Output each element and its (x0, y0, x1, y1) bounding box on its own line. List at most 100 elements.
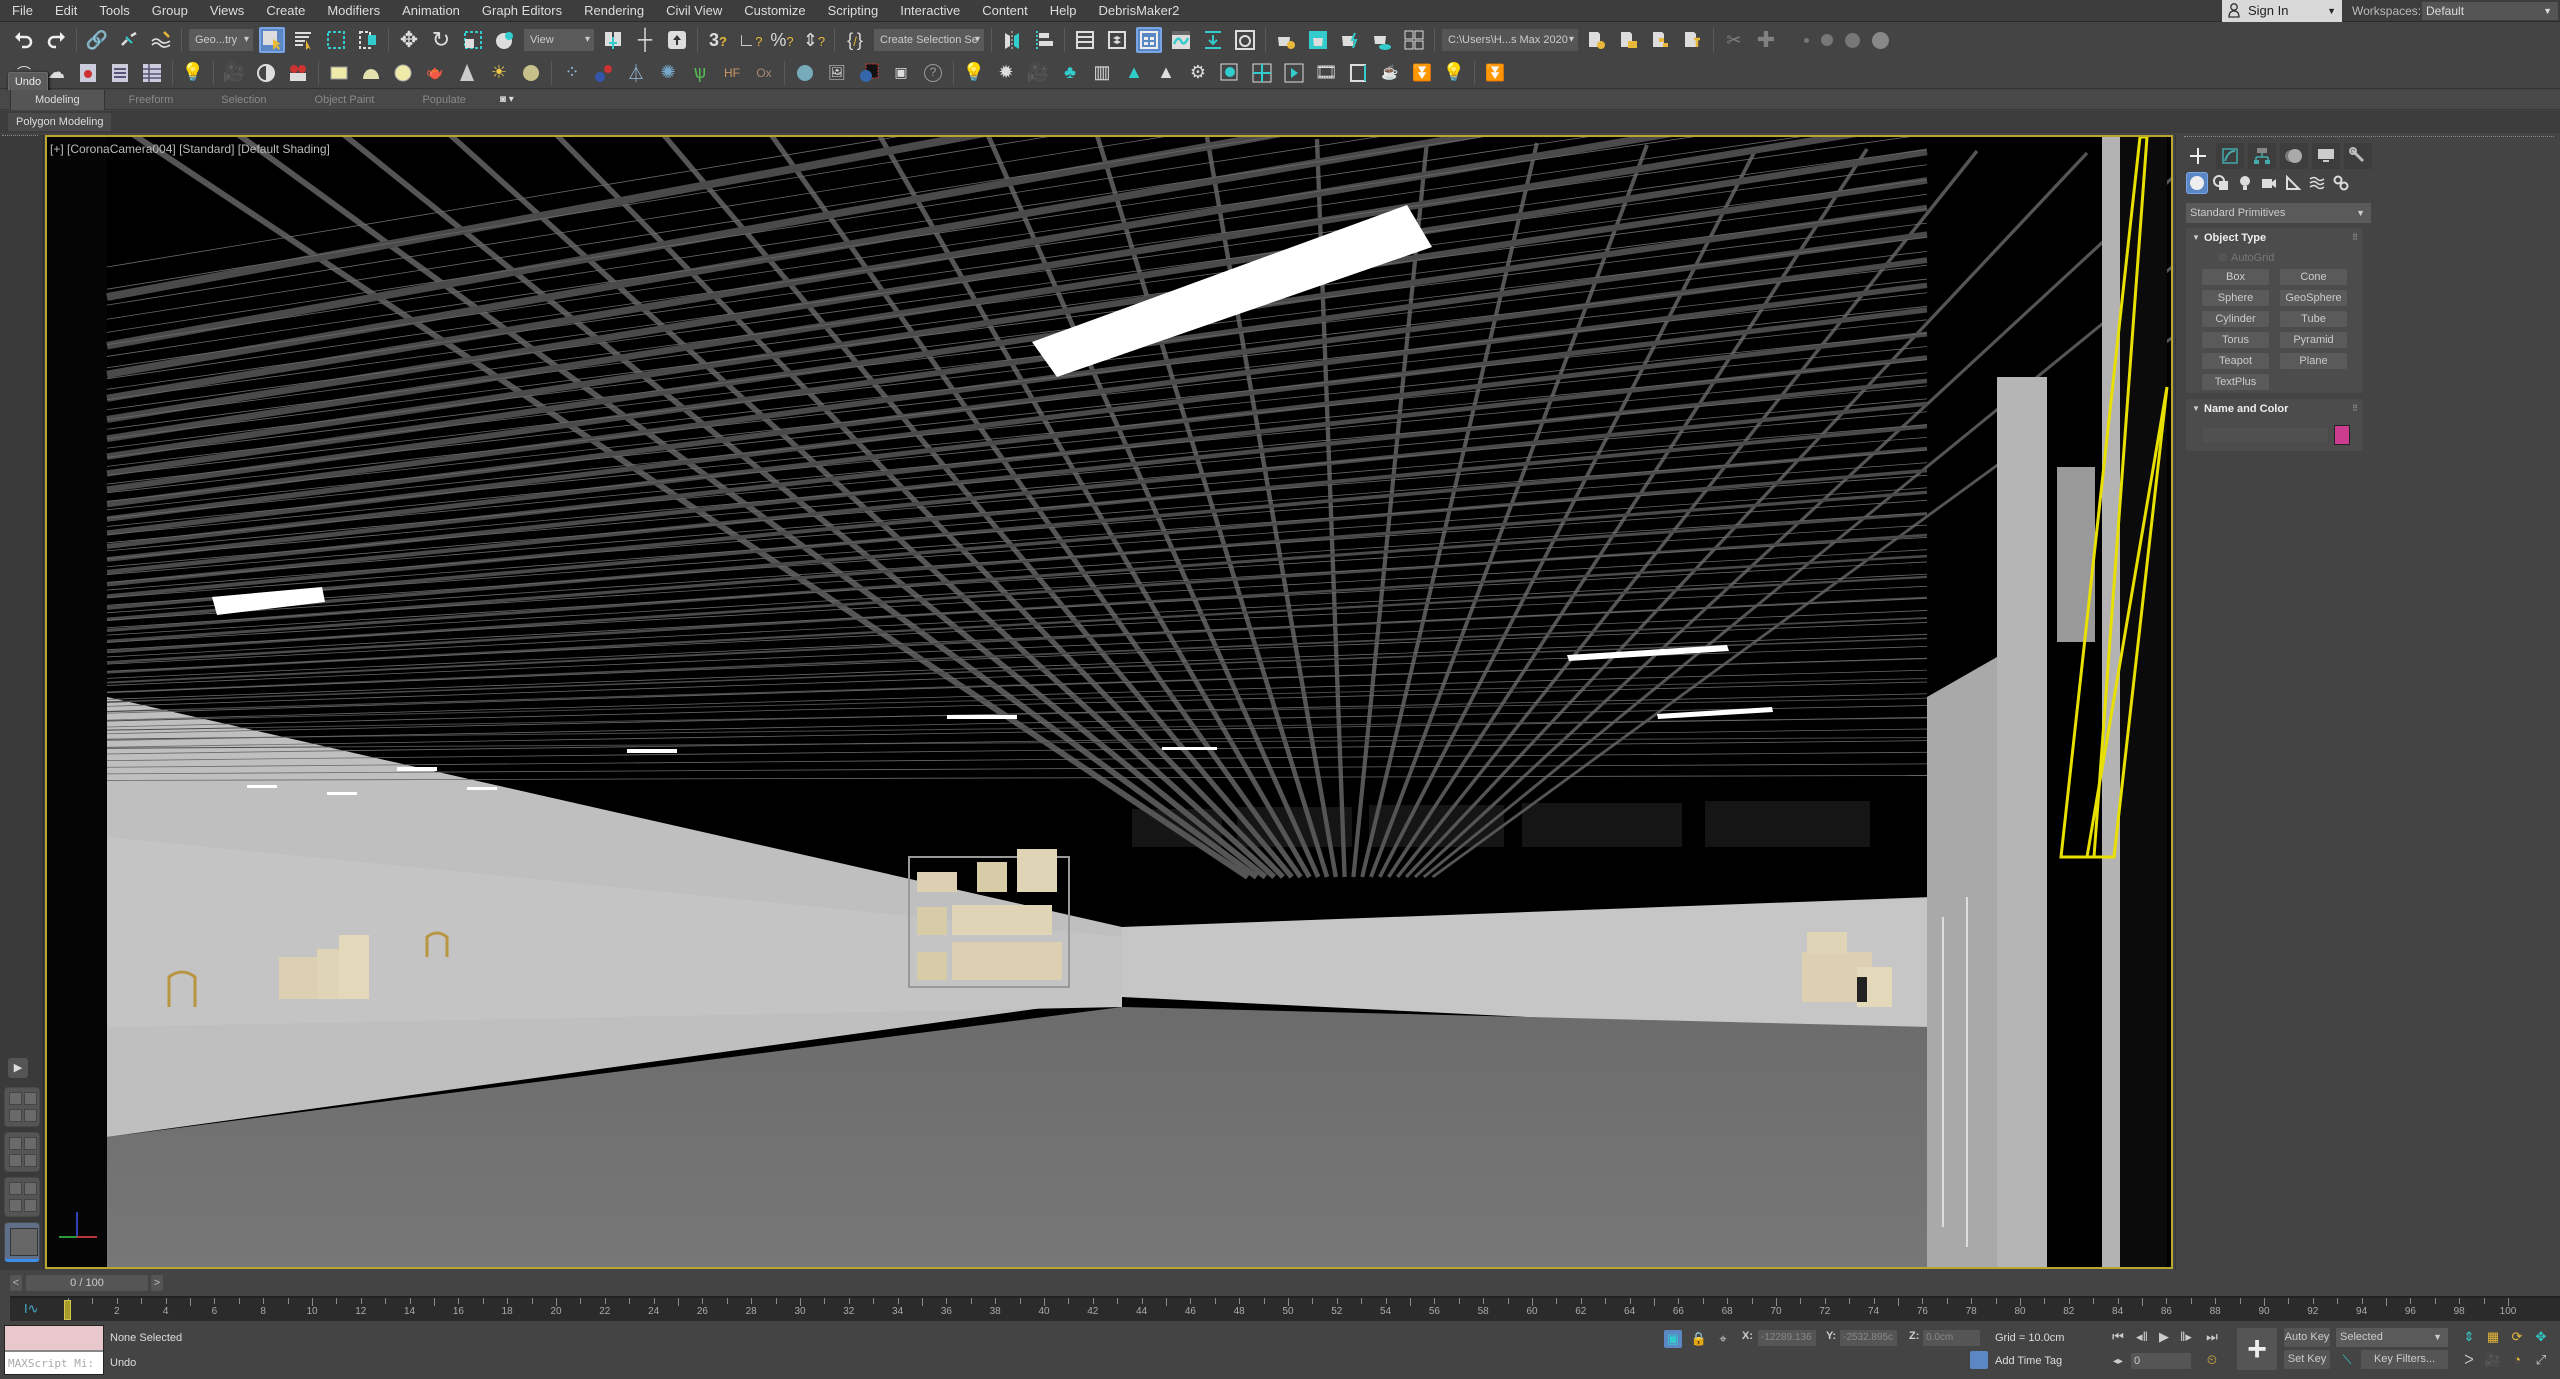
cone-button[interactable]: Cone (2280, 269, 2347, 285)
toggle-ribbon-button[interactable] (1136, 27, 1162, 53)
named-selection-dropdown[interactable]: Create Selection Se (874, 29, 984, 51)
corona-proxy-button[interactable]: ▥ (1089, 60, 1115, 86)
angle-snap-button[interactable]: ∟? (737, 27, 763, 53)
z-coordinate-field[interactable]: 0.0cm (1923, 1330, 1980, 1346)
menu-civil-view[interactable]: Civil View (656, 0, 734, 22)
select-object-button[interactable] (259, 27, 285, 53)
camera-tool-button[interactable]: 🎥 (221, 60, 247, 86)
snaps-toggle-button[interactable]: 3? (705, 27, 731, 53)
previous-frame-button[interactable]: ◂‖ (2133, 1328, 2151, 1346)
create-sun-button[interactable]: ☀ (486, 60, 512, 86)
time-slider-prev-button[interactable]: < (10, 1275, 22, 1291)
reference-coordinate-dropdown[interactable]: View (524, 29, 594, 51)
project-structure-button[interactable] (1648, 27, 1674, 53)
maxscript-listener[interactable]: MAXScript Mi: (4, 1325, 104, 1375)
render-setup-button[interactable] (1273, 27, 1299, 53)
corona-lightbulb-button[interactable]: 💡 (1441, 60, 1467, 86)
corona-tree-proxy-button[interactable]: ▲ (1153, 60, 1179, 86)
key-selection-dropdown[interactable]: Selected ▼ (2336, 1328, 2448, 1347)
tab-populate[interactable]: Populate (398, 90, 489, 110)
create-box-button[interactable] (326, 60, 352, 86)
move-button[interactable]: ✥ (396, 27, 422, 53)
corona-settings-button[interactable]: ⚙ (1185, 60, 1211, 86)
corona-light-button[interactable]: 💡 (961, 60, 987, 86)
create-hemisphere-button[interactable] (358, 60, 384, 86)
menu-rendering[interactable]: Rendering (574, 0, 656, 22)
menu-scripting[interactable]: Scripting (818, 0, 891, 22)
tab-object-paint[interactable]: Object Paint (291, 90, 399, 110)
spinner-snap-button[interactable]: ⇕? (801, 27, 827, 53)
corona-camera-button[interactable]: 🎥 (1025, 60, 1051, 86)
geometry-category-button[interactable] (2186, 172, 2208, 194)
default-tangents-button[interactable]: ⟍ (2338, 1351, 2356, 1369)
sign-in-button[interactable]: Sign In ▼ (2222, 0, 2342, 22)
select-manipulate-button[interactable]: ┼ (632, 27, 658, 53)
zoom-all-button[interactable]: ▦ (2484, 1328, 2502, 1346)
menu-content[interactable]: Content (972, 0, 1040, 22)
auto-key-button[interactable]: Auto Key (2284, 1328, 2330, 1347)
render-in-cloud-button[interactable] (1369, 27, 1395, 53)
motion-tab[interactable] (2280, 143, 2308, 169)
modify-tab[interactable] (2216, 143, 2244, 169)
cloud-shape-button[interactable]: ✺ (655, 60, 681, 86)
curve-editor-button[interactable] (1168, 27, 1194, 53)
current-frame-marker[interactable] (64, 1300, 71, 1320)
pyramid-button[interactable]: Pyramid (2280, 332, 2347, 348)
menu-animation[interactable]: Animation (392, 0, 472, 22)
expand-layouts-button[interactable]: ▶ (8, 1058, 28, 1078)
menu-file[interactable]: File (0, 0, 45, 22)
create-tab[interactable] (2184, 143, 2212, 169)
autogrid-checkbox[interactable]: AutoGrid (2218, 252, 2274, 264)
material-sphere-button[interactable] (792, 60, 818, 86)
time-slider-next-button[interactable]: > (151, 1275, 163, 1291)
add-tool-button[interactable]: ✚ (1753, 27, 1779, 53)
material-browser-button[interactable]: 🖼 (824, 60, 850, 86)
go-to-start-button[interactable]: ⏮ (2109, 1328, 2127, 1346)
torus-button[interactable]: Torus (2202, 332, 2269, 348)
ornatrix-button[interactable]: Ox (751, 60, 777, 86)
corona-vfb-button[interactable] (1249, 60, 1275, 86)
rectangular-selection-button[interactable] (323, 27, 349, 53)
menu-views[interactable]: Views (200, 0, 256, 22)
lights-category-button[interactable] (2234, 172, 2256, 194)
box-button[interactable]: Box (2202, 269, 2269, 285)
exposure-control-button[interactable] (253, 60, 279, 86)
scene-explorer-button[interactable] (1072, 27, 1098, 53)
space-warps-category-button[interactable] (2306, 172, 2328, 194)
window-crossing-button[interactable] (355, 27, 381, 53)
schematic-view-button[interactable] (1200, 27, 1226, 53)
corona-interactive-button[interactable] (1281, 60, 1307, 86)
pivot-center-button[interactable] (600, 27, 626, 53)
place-button[interactable] (492, 27, 518, 53)
menu-create[interactable]: Create (256, 0, 317, 22)
scatter-button[interactable]: ⁘ (559, 60, 585, 86)
create-cone-button[interactable] (454, 60, 480, 86)
go-to-end-button[interactable]: ⏭ (2203, 1328, 2221, 1346)
menu-tools[interactable]: Tools (89, 0, 141, 22)
menu-customize[interactable]: Customize (734, 0, 817, 22)
object-color-swatch[interactable] (2334, 425, 2350, 445)
tab-modeling[interactable]: Modeling (10, 89, 105, 110)
grass-button[interactable]: ѱ (687, 60, 713, 86)
expand-toolbar-button[interactable]: ⏬ (1482, 60, 1508, 86)
create-sphere-gizmo-button[interactable] (518, 60, 544, 86)
workspace-select[interactable]: Default ▼ (2422, 2, 2558, 20)
pan-button[interactable]: ✥ (2532, 1328, 2550, 1346)
teapot-button[interactable]: Teapot (2202, 353, 2269, 369)
add-time-tag-button[interactable]: Add Time Tag (1975, 1355, 2062, 1367)
bind-to-space-warp-button[interactable] (148, 27, 174, 53)
unlink-selection-button[interactable] (116, 27, 142, 53)
molecule-button[interactable] (591, 60, 617, 86)
cameras-category-button[interactable] (2258, 172, 2280, 194)
layout-quad-3-button[interactable] (4, 1177, 40, 1217)
corona-sun-button[interactable]: ✹ (993, 60, 1019, 86)
set-key-button[interactable]: Set Key (2284, 1350, 2330, 1369)
open-project-folder-button[interactable] (1584, 27, 1610, 53)
create-teapot-button[interactable]: 🫖 (422, 60, 448, 86)
viewport-label-menu[interactable]: [+] [CoronaCamera004] [Standard] [Defaul… (50, 142, 330, 156)
current-frame-spinner[interactable]: 0 (2131, 1353, 2191, 1369)
select-by-name-button[interactable] (291, 27, 317, 53)
absolute-mode-button[interactable]: ⌖ (1714, 1330, 1732, 1348)
corona-camera-add-button[interactable]: 🎞 (1313, 60, 1339, 86)
drag-handle[interactable] (2184, 136, 2554, 139)
